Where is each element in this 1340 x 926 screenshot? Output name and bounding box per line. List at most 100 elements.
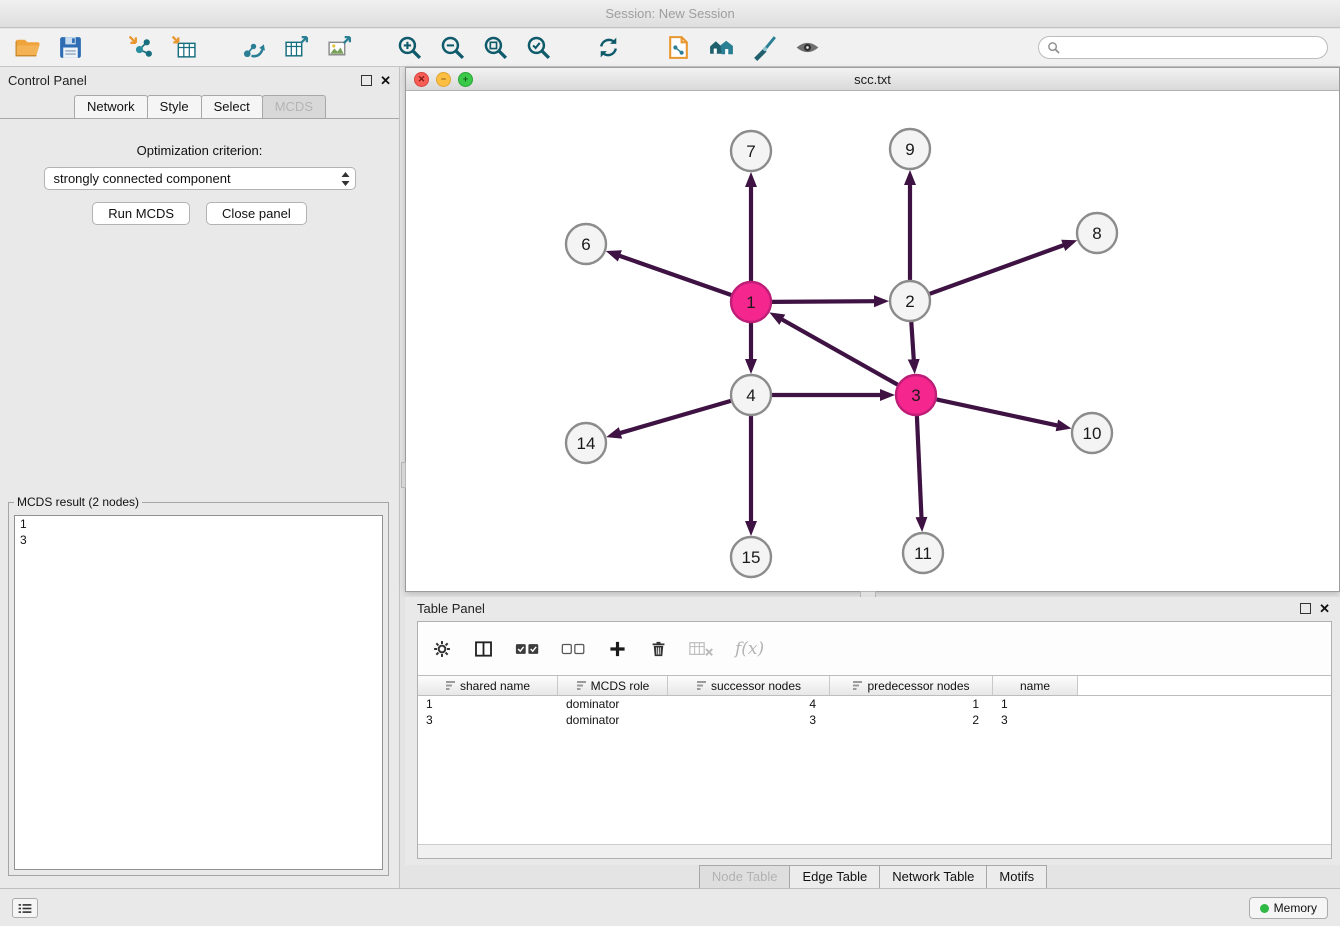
mcds-result-group: MCDS result (2 nodes) 1 3	[8, 495, 389, 876]
tab-network-table[interactable]: Network Table	[879, 865, 987, 889]
import-network-button[interactable]	[125, 33, 155, 63]
open-session-button[interactable]	[12, 33, 42, 63]
close-panel-button[interactable]: Close panel	[206, 202, 307, 225]
tab-edge-table[interactable]: Edge Table	[789, 865, 880, 889]
column-header-predecessor-nodes[interactable]: predecessor nodes	[830, 676, 993, 695]
import-table-button[interactable]	[168, 33, 198, 63]
first-neighbors-button[interactable]	[706, 33, 736, 63]
graph-node-label: 1	[746, 293, 755, 312]
mcds-result-textarea[interactable]: 1 3	[14, 515, 383, 870]
window-titlebar: Session: New Session	[0, 0, 1340, 28]
table-cell[interactable]: 1	[418, 697, 558, 711]
column-type-icon	[445, 680, 456, 691]
graph-node-7[interactable]: 7	[731, 131, 771, 171]
deselect-all-button[interactable]	[561, 637, 586, 661]
table-cell[interactable]: 3	[418, 713, 558, 727]
toggle-view-button[interactable]	[792, 33, 822, 63]
graph-node-1[interactable]: 1	[731, 282, 771, 322]
optimization-dropdown[interactable]: strongly connected component	[44, 167, 356, 190]
toolbar-search[interactable]	[1038, 36, 1328, 59]
table-cell[interactable]: 1	[830, 697, 993, 711]
zoom-out-button[interactable]	[437, 33, 467, 63]
table-cell[interactable]: dominator	[558, 697, 668, 711]
graph-edge-1-2[interactable]	[772, 301, 875, 302]
column-settings-button[interactable]	[432, 637, 452, 661]
graph-node-4[interactable]: 4	[731, 375, 771, 415]
graph-node-11[interactable]: 11	[903, 533, 943, 573]
control-panel-title: Control Panel	[8, 73, 361, 88]
tab-style[interactable]: Style	[147, 95, 202, 118]
graph-node-9[interactable]: 9	[890, 129, 930, 169]
table-cell[interactable]: dominator	[558, 713, 668, 727]
mcds-result-line: 1	[15, 516, 382, 532]
tab-network[interactable]: Network	[74, 95, 148, 118]
export-table-button[interactable]	[281, 33, 311, 63]
tab-node-table[interactable]: Node Table	[699, 865, 791, 889]
graph-edge-2-8[interactable]	[930, 245, 1064, 294]
search-icon	[1047, 41, 1060, 54]
zoom-window-button[interactable]: +	[458, 72, 473, 87]
column-type-icon	[576, 680, 587, 691]
show-column-panel-button[interactable]	[473, 637, 494, 661]
zoom-in-button[interactable]	[394, 33, 424, 63]
float-table-panel-button[interactable]	[1300, 603, 1311, 614]
table-row: 1dominator411	[418, 696, 1331, 712]
float-panel-button[interactable]	[361, 75, 372, 86]
delete-row-button[interactable]	[649, 637, 668, 661]
graph-node-6[interactable]: 6	[566, 224, 606, 264]
graph-node-10[interactable]: 10	[1072, 413, 1112, 453]
function-builder-button[interactable]: f(x)	[735, 637, 764, 661]
show-panel-list-button[interactable]	[12, 898, 38, 918]
apply-style-button[interactable]	[749, 33, 779, 63]
open-network-document-button[interactable]	[663, 33, 693, 63]
run-mcds-button[interactable]: Run MCDS	[92, 202, 190, 225]
export-network-button[interactable]	[238, 33, 268, 63]
graph-edge-4-14[interactable]	[620, 401, 731, 433]
table-cell[interactable]: 1	[993, 697, 1078, 711]
network-window-titlebar[interactable]: ✕ − + scc.txt	[406, 68, 1339, 91]
delete-table-button[interactable]	[689, 637, 714, 661]
graph-node-14[interactable]: 14	[566, 423, 606, 463]
network-canvas[interactable]: 7 9 6 8 1 2 4 3 14 10 15 11	[406, 91, 1339, 592]
table-cell[interactable]: 4	[668, 697, 830, 711]
select-all-button[interactable]	[515, 637, 540, 661]
minimize-window-button[interactable]: −	[436, 72, 451, 87]
graph-node-15[interactable]: 15	[731, 537, 771, 577]
close-table-panel-icon[interactable]: ✕	[1319, 602, 1330, 615]
graph-node-2[interactable]: 2	[890, 281, 930, 321]
graph-edge-3-10[interactable]	[937, 399, 1058, 425]
tab-mcds[interactable]: MCDS	[262, 95, 326, 118]
vertical-splitter-handle[interactable]	[401, 462, 406, 488]
column-header-shared-name[interactable]: shared name	[418, 676, 558, 695]
column-header-successor-nodes[interactable]: successor nodes	[668, 676, 830, 695]
export-image-button[interactable]	[324, 33, 354, 63]
graph-node-label: 4	[746, 386, 755, 405]
tab-motifs[interactable]: Motifs	[986, 865, 1047, 889]
save-session-button[interactable]	[55, 33, 85, 63]
zoom-fit-button[interactable]	[480, 33, 510, 63]
refresh-view-button[interactable]	[593, 33, 623, 63]
graph-edge-3-1[interactable]	[782, 319, 898, 385]
eye-icon	[794, 34, 821, 61]
add-row-button[interactable]	[607, 637, 628, 661]
zoom-fit-icon	[482, 34, 509, 61]
close-panel-icon[interactable]: ✕	[380, 74, 391, 87]
table-cell[interactable]: 3	[993, 713, 1078, 727]
graph-node-3[interactable]: 3	[896, 375, 936, 415]
graph-node-8[interactable]: 8	[1077, 213, 1117, 253]
graph-edge-1-6[interactable]	[619, 256, 731, 295]
search-input[interactable]	[1065, 40, 1319, 56]
graph-edge-2-3[interactable]	[911, 322, 914, 360]
memory-button[interactable]: Memory	[1249, 897, 1328, 919]
zoom-selected-button[interactable]	[523, 33, 553, 63]
column-header-name[interactable]: name	[993, 676, 1078, 695]
graph-node-label: 9	[905, 140, 914, 159]
graph-edge-3-11[interactable]	[917, 416, 922, 518]
tab-select[interactable]: Select	[201, 95, 263, 118]
column-header-mcds-role[interactable]: MCDS role	[558, 676, 668, 695]
zoom-selected-icon	[525, 34, 552, 61]
table-cell[interactable]: 3	[668, 713, 830, 727]
table-horizontal-scrollbar[interactable]	[418, 844, 1331, 858]
table-cell[interactable]: 2	[830, 713, 993, 727]
close-window-button[interactable]: ✕	[414, 72, 429, 87]
